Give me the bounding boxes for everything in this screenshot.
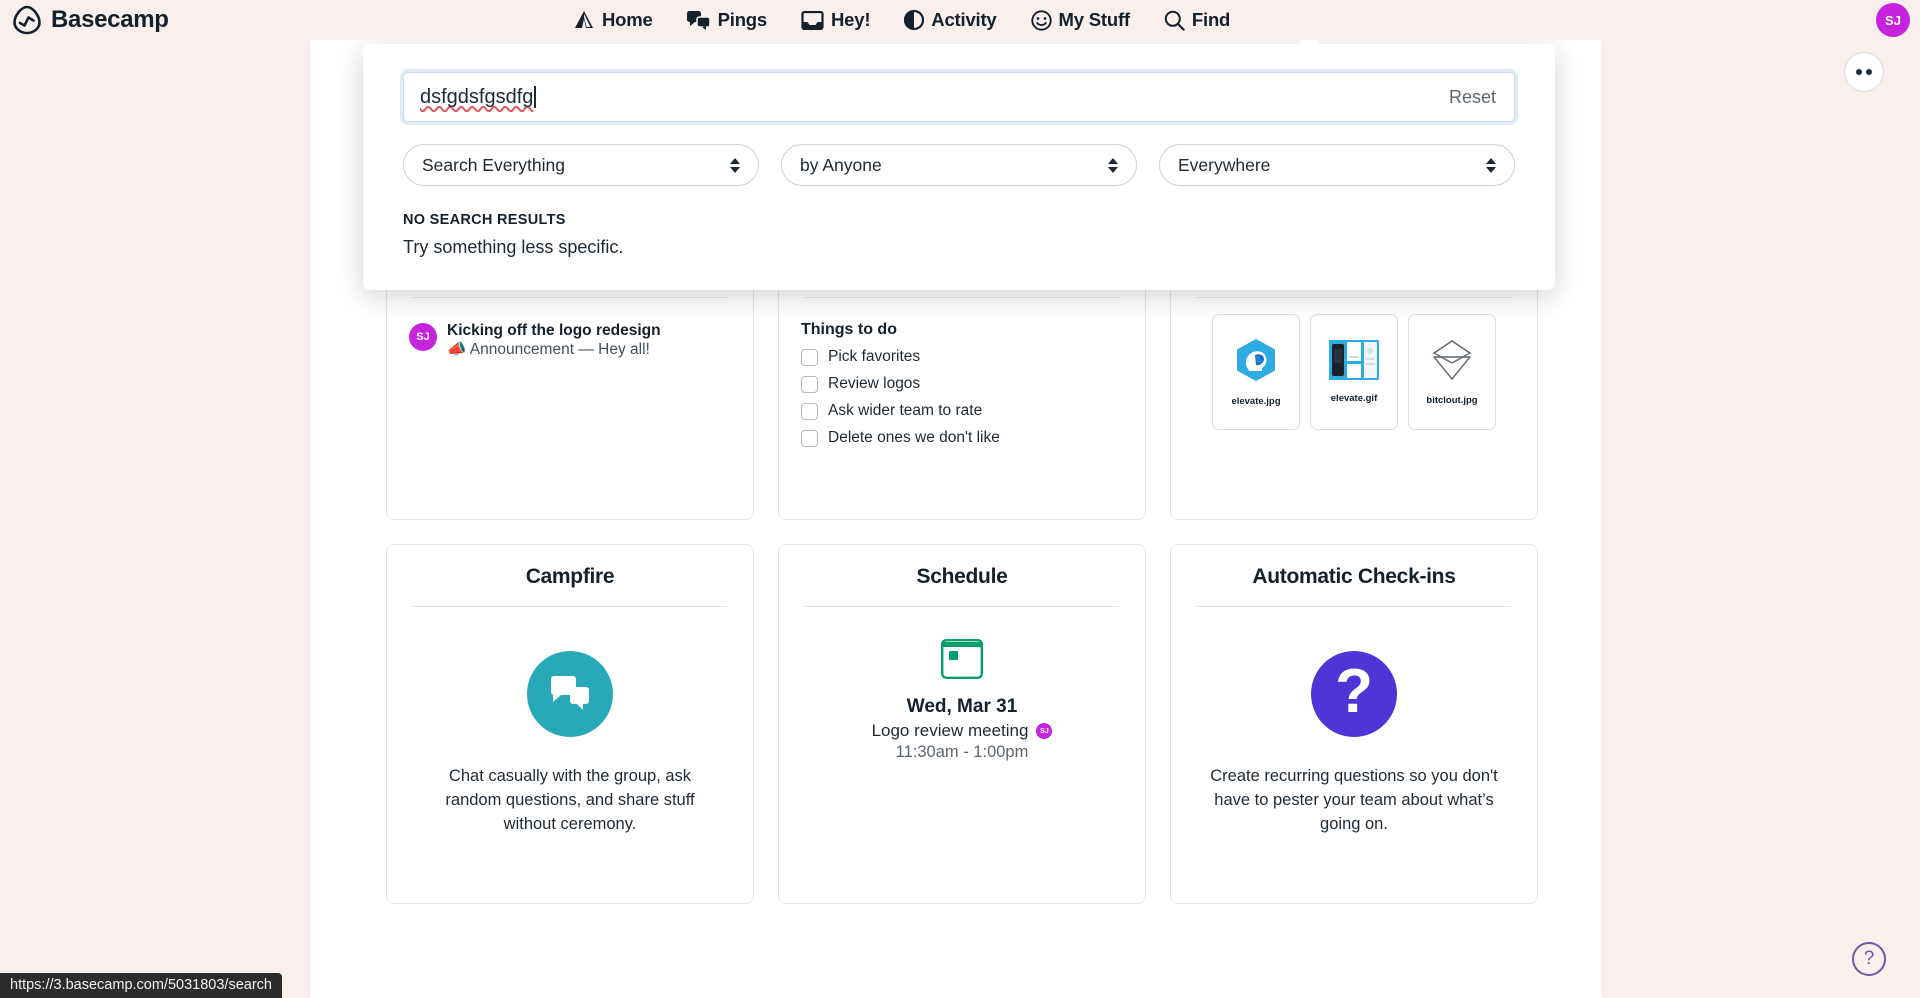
bitclout-diamond-thumbnail [1431, 338, 1473, 387]
divider [1197, 606, 1511, 607]
no-results-message: Try something less specific. [403, 237, 624, 257]
avatar: SJ [409, 323, 437, 351]
nav-label: My Stuff [1058, 9, 1131, 30]
todo-list-name: Things to do [801, 321, 897, 338]
nav-label: Pings [717, 9, 768, 30]
card-schedule[interactable]: Schedule Wed, Mar 31 Logo review meeting… [778, 544, 1146, 904]
divider [413, 297, 727, 298]
nav-label: Find [1191, 9, 1231, 30]
dot-glyph [1866, 69, 1872, 75]
file-tile-elevate-jpg[interactable]: elevate.jpg [1212, 314, 1300, 430]
chevron-updown-icon [1486, 157, 1496, 173]
avatar[interactable]: SJ [1876, 3, 1910, 37]
card-campfire[interactable]: Campfire Chat casually with the group, a… [386, 544, 754, 904]
checkins-illustration: ? [1193, 651, 1515, 737]
question-mark-glyph: ? [1335, 657, 1373, 726]
brain-hexagon-thumbnail [1233, 337, 1279, 388]
search-magnifier-icon [1164, 10, 1185, 31]
divider [413, 606, 727, 607]
brand-logo-link[interactable]: Basecamp [12, 5, 169, 35]
nav-item-hey[interactable]: Hey! [801, 9, 870, 31]
card-title: Campfire [525, 565, 615, 588]
nav-item-find[interactable]: Find [1164, 9, 1230, 31]
schedule-event-row[interactable]: Logo review meeting SJ [801, 721, 1123, 741]
filter-scope-select[interactable]: Search Everything [403, 144, 759, 186]
list-item[interactable]: Review logos [801, 375, 1123, 393]
nav-label: Home [602, 9, 653, 30]
nav-label: Hey! [830, 9, 871, 30]
search-input[interactable]: dsfgdsfgsdfg Reset [403, 72, 1515, 122]
todo-checkbox[interactable] [801, 402, 818, 420]
filter-location-value: Everywhere [1178, 154, 1271, 175]
message-title: Kicking off the logo redesign [447, 322, 661, 339]
schedule-date: Wed, Mar 31 [906, 696, 1018, 717]
filter-author-select[interactable]: by Anyone [781, 144, 1137, 186]
top-navigation-bar: Basecamp Home Pings Hey! Activity My Stu… [0, 0, 1920, 40]
nav-item-pings[interactable]: Pings [686, 9, 768, 31]
search-query-text: dsfgdsfgsdfg [420, 85, 534, 108]
checkins-blurb: Create recurring questions so you don't … [1210, 767, 1498, 833]
file-tiles: elevate.jpg elevate.gif bitclout.jpg [1193, 314, 1515, 430]
campfire-blurb: Chat casually with the group, ask random… [445, 767, 695, 833]
todo-checkbox[interactable] [801, 348, 818, 366]
message-subtitle: 📣 Announcement — Hey all! [447, 341, 650, 359]
list-item[interactable]: Delete ones we don't like [801, 429, 1123, 447]
list-item[interactable]: Pick favorites [801, 348, 1123, 366]
avatar: SJ [1036, 723, 1053, 739]
nav-item-activity[interactable]: Activity [904, 9, 997, 31]
brand-name: Basecamp [51, 6, 169, 33]
todo-label: Pick favorites [828, 348, 921, 365]
chat-bubbles-icon [686, 10, 711, 30]
status-bar-url: https://3.basecamp.com/5031803/search [0, 973, 282, 998]
todo-label: Delete ones we don't like [828, 429, 1000, 446]
search-panel: dsfgdsfgsdfg Reset Search Everything by … [363, 44, 1555, 290]
filter-location-select[interactable]: Everywhere [1159, 144, 1515, 186]
basecamp-logo-icon [12, 5, 42, 35]
home-tent-icon [573, 10, 595, 30]
campfire-chat-icon [527, 651, 613, 737]
no-results-title: NO SEARCH RESULTS [403, 212, 566, 228]
nav-item-my-stuff[interactable]: My Stuff [1030, 9, 1131, 31]
primary-nav: Home Pings Hey! Activity My Stuff Find [573, 0, 1230, 40]
mobile-screens-thumbnail [1329, 340, 1379, 385]
todo-label: Review logos [828, 375, 921, 392]
card-title: Schedule [916, 565, 1008, 588]
more-options-button[interactable] [1844, 52, 1884, 92]
reset-button[interactable]: Reset [1449, 87, 1496, 108]
divider [805, 297, 1119, 298]
todo-checkbox[interactable] [801, 375, 818, 393]
schedule-event-time: 11:30am - 1:00pm [895, 743, 1029, 761]
nav-item-home[interactable]: Home [573, 9, 653, 31]
card-title: Automatic Check-ins [1252, 565, 1456, 588]
file-name: elevate.jpg [1231, 396, 1281, 407]
filter-author-value: by Anyone [800, 154, 882, 175]
file-name: elevate.gif [1330, 393, 1378, 404]
file-tile-elevate-gif[interactable]: elevate.gif [1310, 314, 1398, 430]
filter-scope-value: Search Everything [422, 154, 565, 175]
dot-glyph [1856, 69, 1862, 75]
pie-clock-icon [904, 10, 925, 30]
todo-checkbox[interactable] [801, 429, 818, 447]
calendar-icon [801, 639, 1123, 679]
help-button[interactable]: ? [1852, 942, 1886, 976]
todo-label: Ask wider team to rate [828, 402, 983, 419]
card-automatic-checkins[interactable]: Automatic Check-ins ? Create recurring q… [1170, 544, 1538, 904]
text-cursor [534, 86, 536, 108]
question-mark-circle-icon: ? [1311, 651, 1397, 737]
campfire-illustration [409, 651, 731, 737]
smiley-face-icon [1030, 9, 1052, 31]
message-post[interactable]: SJ Kicking off the logo redesign 📣 Annou… [409, 321, 731, 361]
chevron-updown-icon [1108, 157, 1118, 173]
divider [805, 606, 1119, 607]
project-cards-grid: Message Board SJ Kicking off the logo re… [386, 235, 1546, 904]
chevron-updown-icon [730, 157, 740, 173]
inbox-tray-icon [801, 10, 824, 30]
file-tile-bitclout-jpg[interactable]: bitclout.jpg [1408, 314, 1496, 430]
list-item[interactable]: Ask wider team to rate [801, 402, 1123, 420]
file-name: bitclout.jpg [1426, 395, 1478, 406]
nav-label: Activity [931, 9, 997, 30]
search-filters: Search Everything by Anyone Everywhere [403, 144, 1515, 186]
divider [1197, 297, 1511, 298]
schedule-event-title: Logo review meeting [871, 721, 1029, 740]
